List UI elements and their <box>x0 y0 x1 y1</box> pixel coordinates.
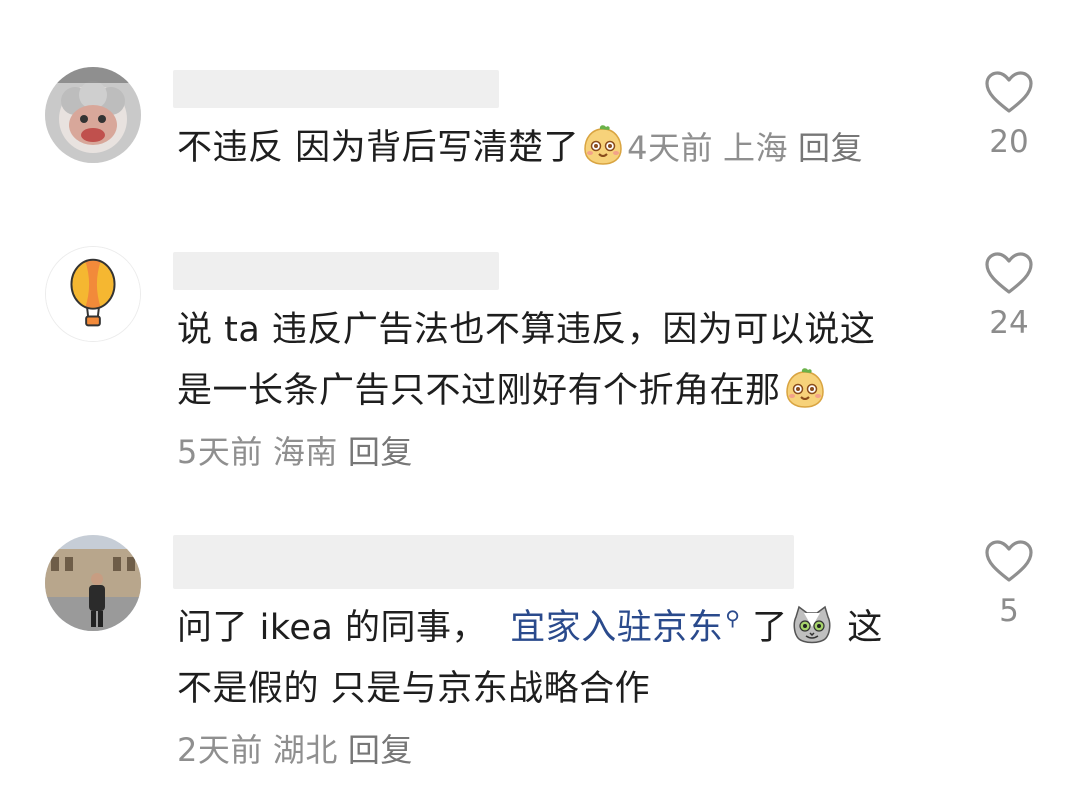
comment-meta: 2天前 湖北 回复 <box>177 720 937 781</box>
comment-text: 是一长条广告只不过刚好有个折角在那 <box>177 371 781 411</box>
comment-text: 不违反 因为背后写清楚了 <box>177 128 580 168</box>
avatar[interactable] <box>45 246 141 342</box>
like-button[interactable]: 5 <box>983 539 1035 629</box>
avatar-photo-icon <box>45 535 141 631</box>
reply-button[interactable]: 回复 <box>798 129 863 167</box>
smug-face-emoji-icon <box>581 123 625 167</box>
reply-button[interactable]: 回复 <box>348 731 413 769</box>
search-link[interactable]: 宜家入驻京东 <box>510 608 723 648</box>
search-link-icon[interactable]: ⚲ <box>725 606 740 630</box>
like-count: 24 <box>989 305 1029 341</box>
hot-air-balloon-icon <box>46 247 140 341</box>
comment-text: 了 <box>752 608 788 648</box>
comment-location: 海南 <box>272 433 338 471</box>
comment-time: 5天前 <box>177 433 263 471</box>
heart-outline-icon[interactable] <box>984 70 1034 114</box>
cat-face-emoji-icon <box>790 603 834 647</box>
comment-text-line: 是一长条广告只不过刚好有个折角在那 <box>177 361 937 422</box>
comment-time: 4天前 <box>627 129 714 167</box>
comment-body: 不违反 因为背后写清楚了 4天前 上海 回复 <box>177 118 937 179</box>
avatar[interactable] <box>45 67 141 163</box>
username-redacted[interactable] <box>173 70 499 108</box>
username-redacted[interactable] <box>173 535 794 589</box>
like-button[interactable]: 20 <box>983 70 1035 160</box>
like-button[interactable]: 24 <box>983 251 1035 341</box>
comment-list: 不违反 因为背后写清楚了 4天前 上海 回复 20 说 ta 违反广告法也不算违… <box>0 0 1080 801</box>
username-redacted[interactable] <box>173 252 499 290</box>
comment-time: 2天前 <box>177 731 263 769</box>
heart-outline-icon[interactable] <box>984 539 1034 583</box>
comment-body: 问了 ikea 的同事， 宜家入驻京东 ⚲ 了 这 不是假的 只是与京东战略合作 … <box>177 588 937 781</box>
reply-button[interactable]: 回复 <box>348 433 413 471</box>
comment-location: 湖北 <box>272 731 338 769</box>
comment-location: 上海 <box>723 129 789 167</box>
heart-outline-icon[interactable] <box>984 251 1034 295</box>
comment-meta: 5天前 海南 回复 <box>177 422 937 483</box>
avatar-image-icon <box>45 67 141 163</box>
avatar[interactable] <box>45 535 141 631</box>
like-count: 5 <box>999 593 1019 629</box>
smug-face-emoji-icon <box>783 366 827 410</box>
comment-text-line: 问了 ikea 的同事， 宜家入驻京东 ⚲ 了 这 <box>177 588 937 659</box>
comment-meta: 4天前 上海 回复 <box>627 129 873 167</box>
comment-text: 问了 ikea 的同事， <box>177 608 487 648</box>
comment-text-line: 说 ta 违反广告法也不算违反，因为可以说这 <box>177 310 876 350</box>
comment-text-line: 不是假的 只是与京东战略合作 <box>177 669 651 709</box>
comment-body: 说 ta 违反广告法也不算违反，因为可以说这 是一长条广告只不过刚好有个折角在那… <box>177 300 937 483</box>
like-count: 20 <box>989 124 1029 160</box>
comment-text: 这 <box>847 608 883 648</box>
